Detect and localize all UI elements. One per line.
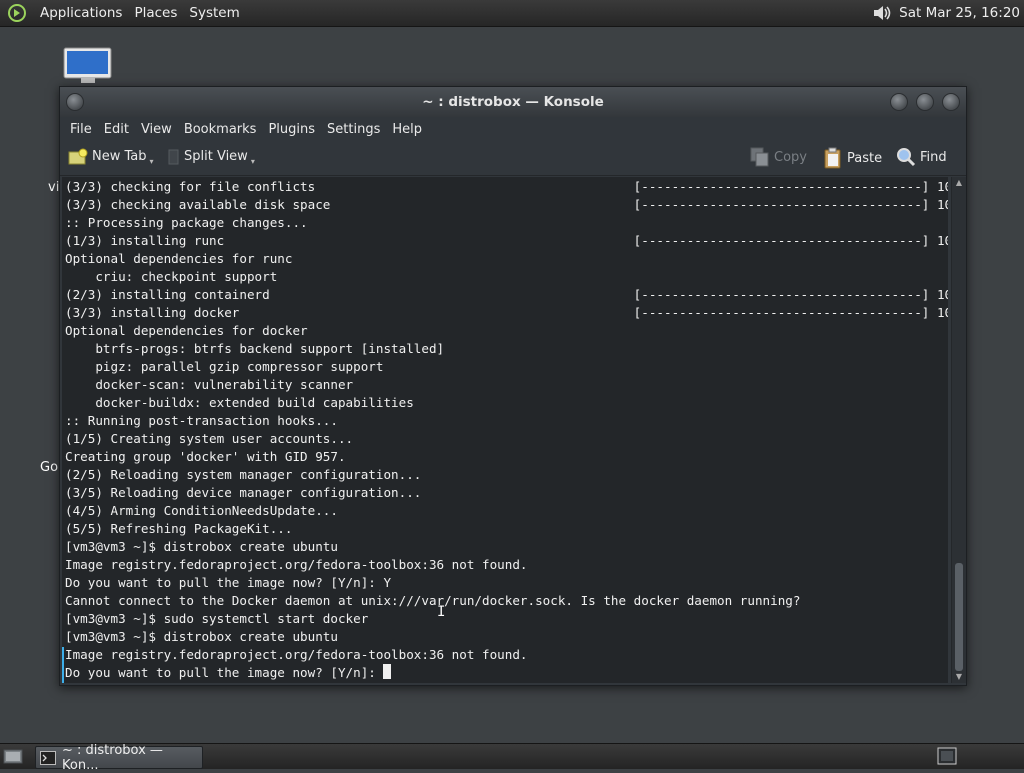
terminal-line: :: Running post-transaction hooks... — [65, 413, 338, 428]
menu-plugins[interactable]: Plugins — [262, 122, 321, 137]
scroll-down-icon[interactable]: ▼ — [952, 671, 966, 683]
find-label: Find — [920, 149, 947, 165]
terminal-line: btrfs-progs: btrfs backend support [inst… — [65, 341, 445, 356]
terminal-line: docker-buildx: extended build capabiliti… — [65, 395, 414, 410]
new-tab-button[interactable]: New Tab ▾ — [68, 147, 154, 166]
terminal-line: [vm3@vm3 ~]$ distrobox create ubuntu — [65, 629, 338, 644]
menu-view[interactable]: View — [135, 122, 178, 137]
split-view-label: Split View — [184, 149, 248, 164]
terminal-line: [vm3@vm3 ~]$ sudo systemctl start docker — [65, 611, 369, 626]
terminal-line: (3/3) checking available disk space [---… — [65, 197, 948, 212]
terminal-line: Optional dependencies for runc — [65, 251, 293, 266]
terminal-line: :: Processing package changes... — [65, 215, 308, 230]
find-button[interactable]: Find — [896, 147, 947, 167]
desktop-label-1: vi — [48, 180, 60, 195]
terminal-line: pigz: parallel gzip compressor support — [65, 359, 384, 374]
terminal-line: Do you want to pull the image now? [Y/n]… — [65, 575, 392, 590]
split-view-button[interactable]: Split View ▾ — [168, 147, 255, 166]
terminal-line: criu: checkpoint support — [65, 269, 278, 284]
ibeam-cursor-icon: I — [437, 604, 446, 620]
system-menu[interactable]: System — [183, 5, 245, 21]
terminal-line: Image registry.fedoraproject.org/fedora-… — [65, 557, 528, 572]
terminal-line: (2/3) installing containerd [-----------… — [65, 287, 948, 302]
menu-edit[interactable]: Edit — [98, 122, 135, 137]
terminal-line: [vm3@vm3 ~]$ distrobox create ubuntu — [65, 539, 338, 554]
split-view-icon — [168, 148, 180, 166]
terminal-line: docker-scan: vulnerability scanner — [65, 377, 354, 392]
window-titlebar[interactable]: ~ : distrobox — Konsole — [60, 87, 966, 117]
top-panel: Applications Places System Sat Mar 25, 1… — [0, 0, 1024, 27]
terminal-line: Image registry.fedoraproject.org/fedora-… — [65, 647, 528, 662]
menu-settings[interactable]: Settings — [321, 122, 386, 137]
taskbar-konsole-label: ~ : distrobox — Kon... — [62, 742, 163, 773]
terminal-line: (4/5) Arming ConditionNeedsUpdate... — [65, 503, 338, 518]
terminal-scrollbar[interactable]: ▲ ▼ — [951, 177, 966, 683]
menubar: File Edit View Bookmarks Plugins Setting… — [60, 117, 966, 141]
new-tab-icon — [68, 148, 88, 166]
bottom-panel: ~ : distrobox — Kon... — [0, 743, 1024, 773]
terminal-output: (3/3) checking for file conflicts [-----… — [65, 178, 948, 682]
toolbar: New Tab ▾ Split View ▾ Copy Paste Find — [60, 141, 966, 176]
terminal-icon — [40, 750, 56, 765]
show-desktop-icon[interactable] — [3, 747, 23, 769]
konsole-window: ~ : distrobox — Konsole File Edit View B… — [59, 86, 967, 686]
close-button[interactable] — [942, 93, 960, 111]
menu-bookmarks[interactable]: Bookmarks — [178, 122, 263, 137]
menu-help[interactable]: Help — [386, 122, 428, 137]
clock[interactable]: Sat Mar 25, 16:20 — [899, 5, 1020, 21]
workspace-switcher-icon[interactable] — [937, 747, 957, 769]
terminal-line: (3/5) Reloading device manager configura… — [65, 485, 422, 500]
scroll-up-icon[interactable]: ▲ — [952, 177, 966, 189]
maximize-button[interactable] — [916, 93, 934, 111]
terminal-line: (3/3) installing docker [---------------… — [65, 305, 948, 320]
taskbar-konsole-button[interactable]: ~ : distrobox — Kon... — [35, 743, 203, 773]
terminal-line: (1/3) installing runc [-----------------… — [65, 233, 948, 248]
window-menu-button[interactable] — [66, 93, 84, 111]
copy-icon — [750, 147, 770, 167]
desktop-label-2: Go — [40, 460, 59, 475]
terminal-view[interactable]: (3/3) checking for file conflicts [-----… — [62, 177, 948, 683]
window-title: ~ : distrobox — Konsole — [422, 94, 604, 110]
terminal-line: Optional dependencies for docker — [65, 323, 308, 338]
computer-icon[interactable] — [63, 47, 113, 91]
scroll-marker — [62, 647, 64, 683]
applications-menu[interactable]: Applications — [34, 5, 128, 21]
scroll-thumb[interactable] — [955, 563, 963, 671]
terminal-line: Creating group 'docker' with GID 957. — [65, 449, 346, 464]
paste-icon — [823, 147, 843, 169]
terminal-line: (1/5) Creating system user accounts... — [65, 431, 354, 446]
terminal-line: (5/5) Refreshing PackageKit... — [65, 521, 293, 536]
split-view-dropdown-icon[interactable]: ▾ — [251, 157, 255, 166]
copy-button[interactable]: Copy — [750, 147, 807, 167]
terminal-line: (2/5) Reloading system manager configura… — [65, 467, 422, 482]
places-menu[interactable]: Places — [128, 5, 183, 21]
paste-label: Paste — [847, 150, 883, 166]
new-tab-label: New Tab — [92, 149, 147, 164]
search-icon — [896, 147, 916, 167]
terminal-line: Cannot connect to the Docker daemon at u… — [65, 593, 801, 608]
terminal-line: (3/3) checking for file conflicts [-----… — [65, 179, 948, 194]
new-tab-dropdown-icon[interactable]: ▾ — [150, 157, 154, 166]
volume-icon[interactable] — [871, 2, 893, 24]
copy-label: Copy — [774, 149, 807, 165]
minimize-button[interactable] — [890, 93, 908, 111]
paste-button[interactable]: Paste — [823, 147, 882, 169]
mate-logo-icon[interactable] — [6, 2, 28, 24]
terminal-line: Do you want to pull the image now? [Y/n]… — [65, 664, 948, 682]
terminal-cursor — [383, 664, 392, 679]
menu-file[interactable]: File — [64, 122, 98, 137]
